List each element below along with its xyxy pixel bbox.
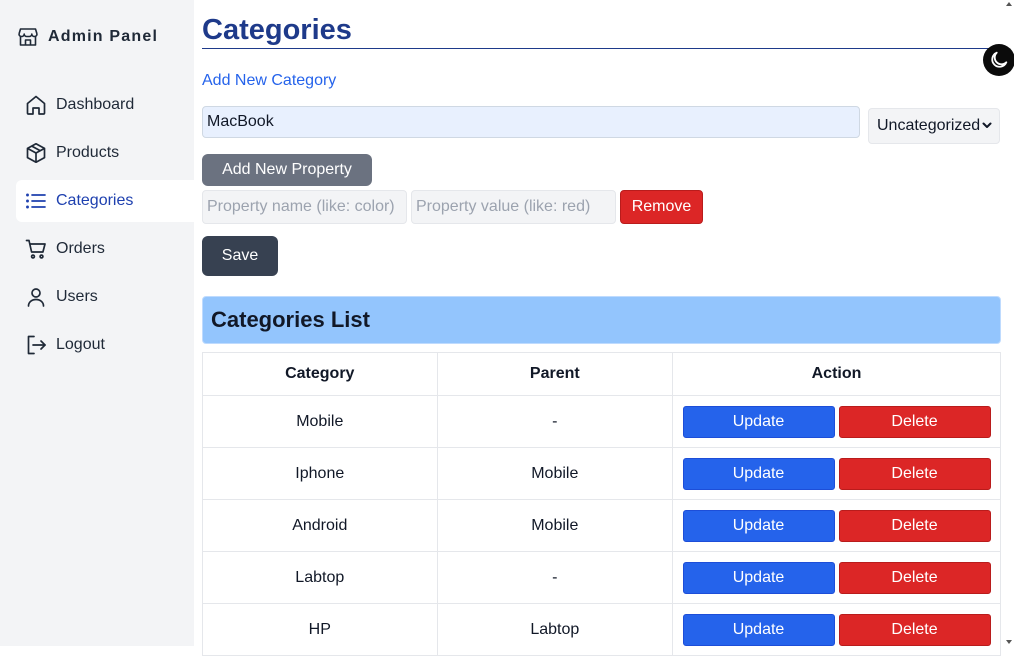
parent-category-select[interactable]: Uncategorized xyxy=(868,108,1000,144)
table-row: Android Mobile Update Delete xyxy=(202,499,1001,552)
parent-cell: Mobile xyxy=(436,447,674,500)
sidebar-item-logout[interactable]: Logout xyxy=(16,324,194,366)
add-category-heading: Add New Category xyxy=(202,72,337,89)
category-cell: Android xyxy=(202,499,438,552)
parent-cell: Labtop xyxy=(436,603,674,656)
chevron-down-icon xyxy=(982,122,992,128)
scrollbar-up-arrow[interactable] xyxy=(1006,2,1012,6)
parent-select-value: Uncategorized xyxy=(877,117,981,134)
action-cell: Update Delete xyxy=(672,551,1001,604)
list-icon xyxy=(26,193,46,209)
delete-button[interactable]: Delete xyxy=(838,613,991,646)
sidebar-item-label: Products xyxy=(56,144,120,161)
logout-icon xyxy=(27,335,46,355)
sidebar-nav: Dashboard Products Categories Orders Use… xyxy=(16,84,194,372)
delete-button[interactable]: Delete xyxy=(838,509,991,542)
categories-table: Category Parent Action Mobile - Update D… xyxy=(202,352,1001,656)
column-header-category: Category xyxy=(202,352,438,396)
action-cell: Update Delete xyxy=(672,447,1001,500)
sidebar-item-label: Orders xyxy=(56,240,105,257)
action-cell: Update Delete xyxy=(672,603,1001,656)
category-cell: HP xyxy=(202,603,438,656)
sidebar-item-label: Categories xyxy=(56,192,134,209)
update-button[interactable]: Update xyxy=(682,457,835,490)
sidebar-item-label: Dashboard xyxy=(56,96,135,113)
table-row: Mobile - Update Delete xyxy=(202,395,1001,448)
property-value-input[interactable] xyxy=(411,190,616,224)
parent-cell: Mobile xyxy=(436,499,674,552)
sidebar-item-categories[interactable]: Categories xyxy=(16,180,194,222)
update-button[interactable]: Update xyxy=(682,509,835,542)
table-header-row: Category Parent Action xyxy=(202,352,1001,396)
brand-title: Admin Panel xyxy=(48,28,159,45)
box-icon xyxy=(26,142,46,164)
delete-button[interactable]: Delete xyxy=(838,457,991,490)
save-button[interactable]: Save xyxy=(202,236,278,276)
update-button[interactable]: Update xyxy=(682,561,835,594)
update-button[interactable]: Update xyxy=(682,613,835,646)
store-icon xyxy=(18,28,38,46)
action-cell: Update Delete xyxy=(672,499,1001,552)
main-content: Categories Add New Category Uncategorize… xyxy=(202,0,1014,656)
table-row: Iphone Mobile Update Delete xyxy=(202,447,1001,500)
scrollbar-down-arrow[interactable] xyxy=(1006,640,1012,644)
update-button[interactable]: Update xyxy=(682,405,835,438)
sidebar-item-products[interactable]: Products xyxy=(16,132,194,174)
table-row: Labtop - Update Delete xyxy=(202,551,1001,604)
user-icon xyxy=(27,288,45,307)
sidebar-item-dashboard[interactable]: Dashboard xyxy=(16,84,194,126)
remove-property-button[interactable]: Remove xyxy=(620,190,703,224)
sidebar-item-orders[interactable]: Orders xyxy=(16,228,194,270)
page-title: Categories xyxy=(202,14,352,46)
category-cell: Mobile xyxy=(202,395,438,448)
parent-cell: - xyxy=(436,551,674,604)
delete-button[interactable]: Delete xyxy=(838,405,991,438)
category-name-input[interactable] xyxy=(202,106,860,138)
sidebar-item-users[interactable]: Users xyxy=(16,276,194,318)
cart-icon xyxy=(25,239,46,259)
theme-toggle-button[interactable] xyxy=(983,44,1014,76)
home-icon xyxy=(26,95,46,115)
delete-button[interactable]: Delete xyxy=(838,561,991,594)
column-header-parent: Parent xyxy=(436,352,674,396)
parent-cell: - xyxy=(436,395,674,448)
brand: Admin Panel xyxy=(16,25,158,49)
action-cell: Update Delete xyxy=(672,395,1001,448)
column-header-action: Action xyxy=(672,352,1001,396)
property-name-input[interactable] xyxy=(202,190,407,224)
table-row: HP Labtop Update Delete xyxy=(202,603,1001,656)
categories-list-heading: Categories List xyxy=(202,296,1001,344)
moon-icon xyxy=(991,51,1008,68)
category-cell: Iphone xyxy=(202,447,438,500)
sidebar: Admin Panel Dashboard Products Categorie… xyxy=(0,0,194,646)
title-divider xyxy=(202,48,1002,49)
sidebar-item-label: Logout xyxy=(56,336,105,353)
category-cell: Labtop xyxy=(202,551,438,604)
add-property-button[interactable]: Add New Property xyxy=(202,154,372,186)
sidebar-item-label: Users xyxy=(56,288,98,305)
